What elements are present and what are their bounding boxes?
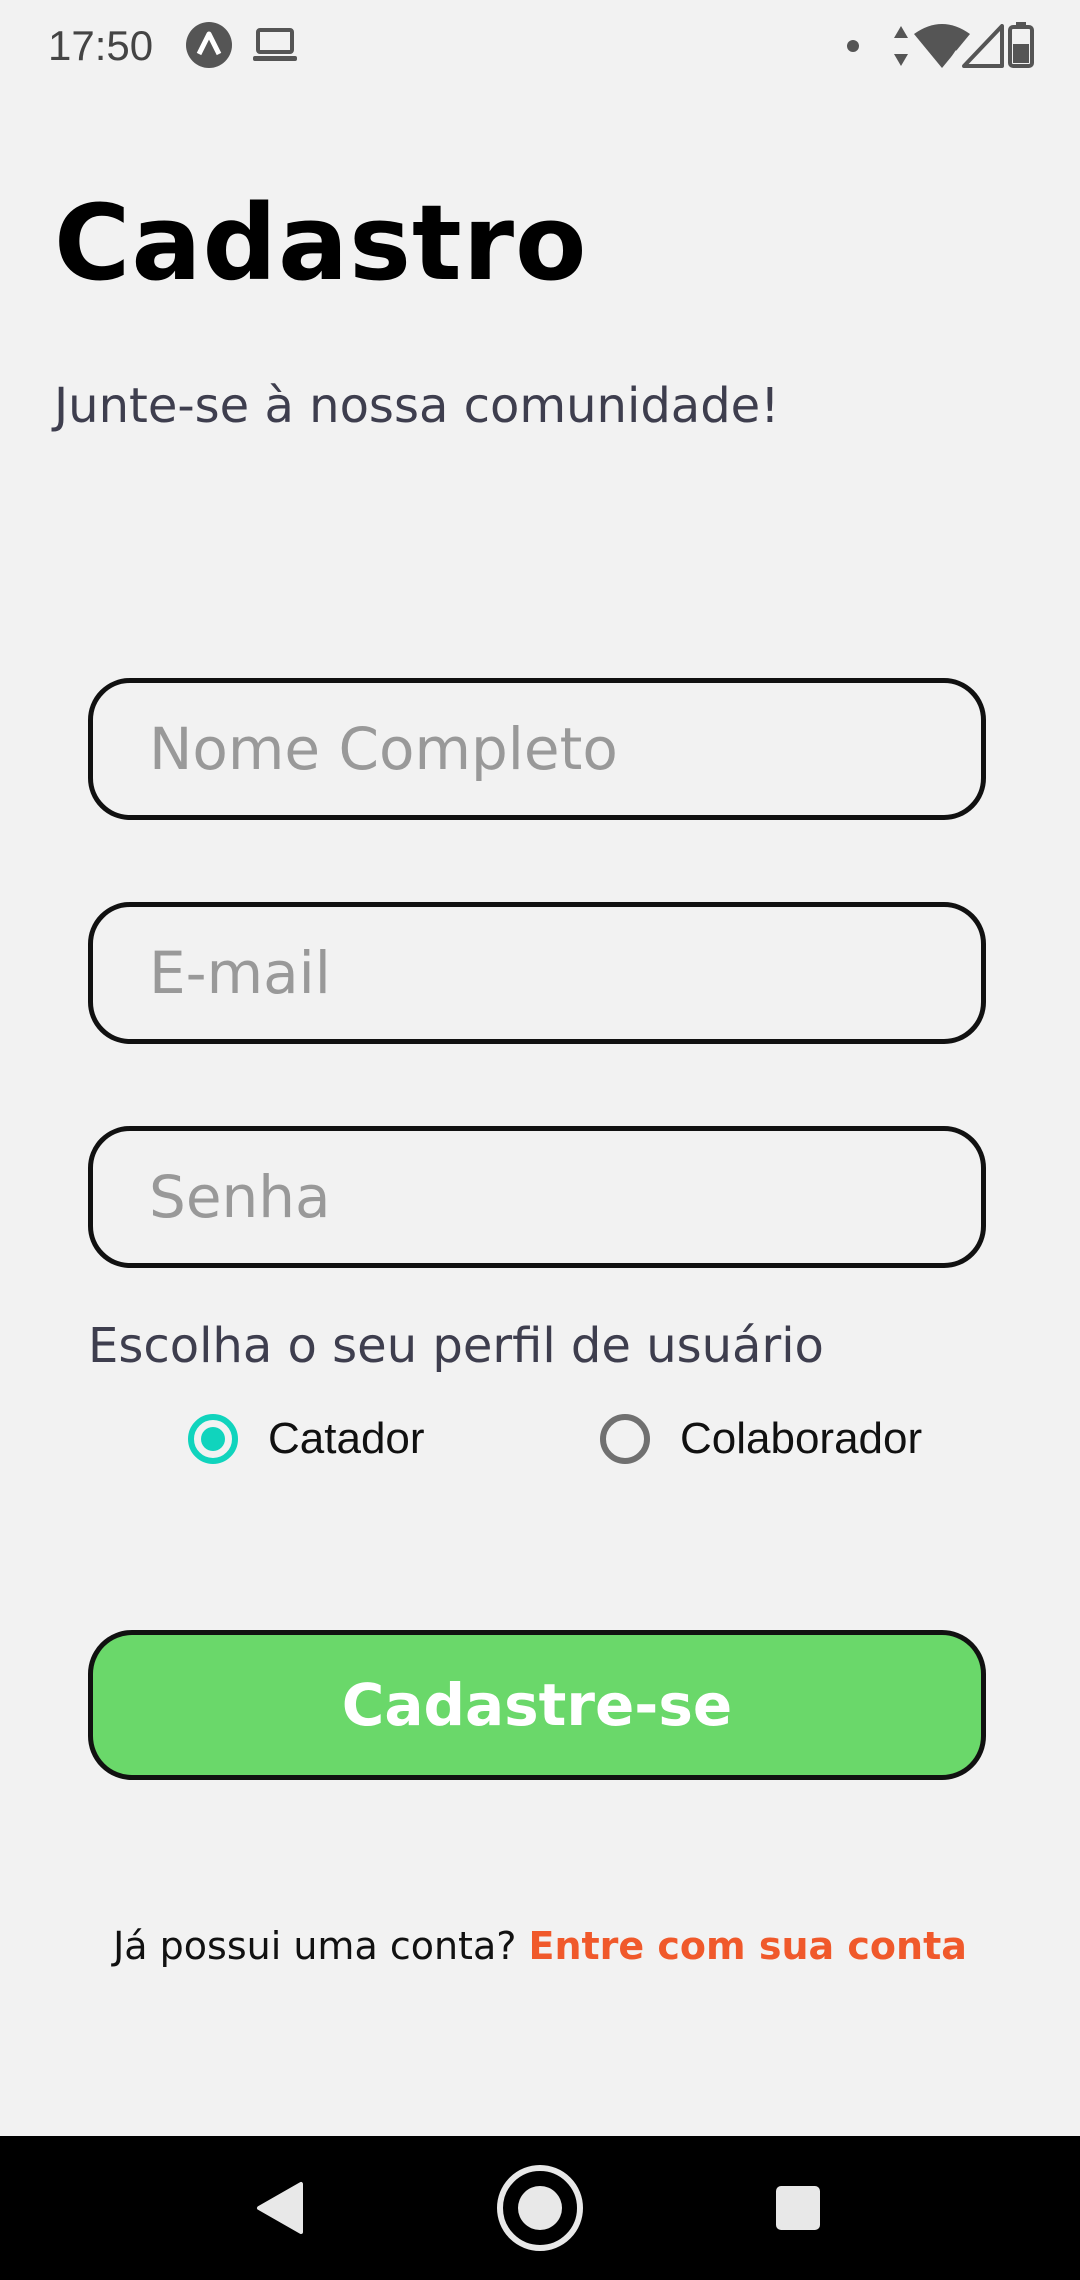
radio-label-colaborador: Colaborador: [680, 1414, 923, 1463]
login-link[interactable]: Entre com sua conta: [528, 1924, 966, 1968]
status-bar: 17:50 4: [0, 0, 1080, 92]
recents-icon: [776, 2186, 820, 2230]
page-title: Cadastro: [54, 182, 588, 304]
radio-label-catador: Catador: [268, 1414, 425, 1463]
recents-button[interactable]: [728, 2136, 868, 2280]
navigation-bar: [0, 2136, 1080, 2280]
wifi-badge: 4: [950, 47, 960, 66]
email-input[interactable]: [93, 907, 981, 1039]
dot-icon: [846, 38, 860, 57]
login-prompt-text: Já possui uma conta?: [113, 1924, 529, 1968]
full-name-field[interactable]: [88, 678, 986, 820]
back-icon: [257, 2182, 303, 2234]
home-button[interactable]: [470, 2136, 610, 2280]
email-field[interactable]: [88, 902, 986, 1044]
battery-icon: [1008, 22, 1034, 72]
radio-unchecked-icon[interactable]: [600, 1414, 650, 1464]
data-arrows-icon: [892, 24, 910, 72]
radio-option-catador[interactable]: Catador: [188, 1408, 425, 1470]
app-notification-icon: [184, 20, 234, 74]
radio-checked-icon[interactable]: [188, 1414, 238, 1464]
laptop-icon: [252, 26, 298, 68]
profile-label: Escolha o seu perfil de usuário: [88, 1318, 824, 1374]
page-subtitle: Junte-se à nossa comunidade!: [54, 378, 780, 434]
full-name-input[interactable]: [93, 683, 981, 815]
home-icon: [497, 2165, 583, 2251]
login-prompt: Já possui uma conta? Entre com sua conta: [0, 1924, 1080, 1968]
back-button[interactable]: [210, 2136, 350, 2280]
signup-button-label: Cadastre-se: [341, 1671, 733, 1739]
status-time: 17:50: [48, 22, 154, 69]
signal-icon: [962, 24, 1004, 72]
signup-button[interactable]: Cadastre-se: [88, 1630, 986, 1780]
password-input[interactable]: [93, 1131, 981, 1263]
password-field[interactable]: [88, 1126, 986, 1268]
radio-option-colaborador[interactable]: Colaborador: [600, 1408, 922, 1470]
